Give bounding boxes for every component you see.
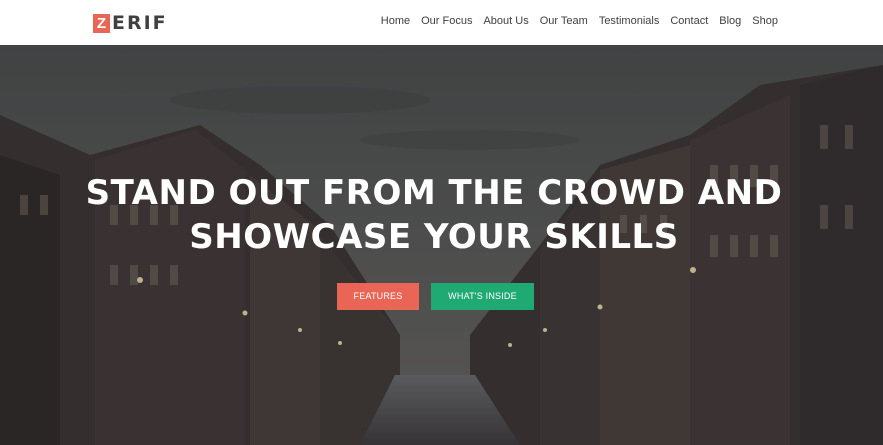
nav-item-our-team[interactable]: Our Team	[540, 15, 588, 27]
nav-item-contact[interactable]: Contact	[670, 15, 708, 27]
site-logo[interactable]: Z ERIF	[93, 12, 168, 34]
features-button[interactable]: FEATURES	[337, 283, 419, 310]
hero-headline-line-1: STAND OUT FROM THE CROWD AND	[85, 173, 783, 213]
site-header: Z ERIF Home Our Focus About Us Our Team …	[0, 0, 883, 45]
whats-inside-button[interactable]: WHAT'S INSIDE	[431, 283, 534, 310]
nav-item-home[interactable]: Home	[381, 15, 410, 27]
hero-headline: STAND OUT FROM THE CROWD AND SHOWCASE YO…	[0, 171, 868, 259]
nav-item-our-focus[interactable]: Our Focus	[421, 15, 472, 27]
hero-section: STAND OUT FROM THE CROWD AND SHOWCASE YO…	[0, 45, 883, 445]
main-navigation: Home Our Focus About Us Our Team Testimo…	[370, 15, 778, 27]
nav-item-about-us[interactable]: About Us	[483, 15, 528, 27]
hero-headline-line-2: SHOWCASE YOUR SKILLS	[189, 217, 679, 257]
nav-item-blog[interactable]: Blog	[719, 15, 741, 27]
nav-item-testimonials[interactable]: Testimonials	[599, 15, 660, 27]
logo-mark: Z	[93, 13, 110, 33]
logo-text: ERIF	[112, 11, 168, 34]
nav-item-shop[interactable]: Shop	[752, 15, 778, 27]
